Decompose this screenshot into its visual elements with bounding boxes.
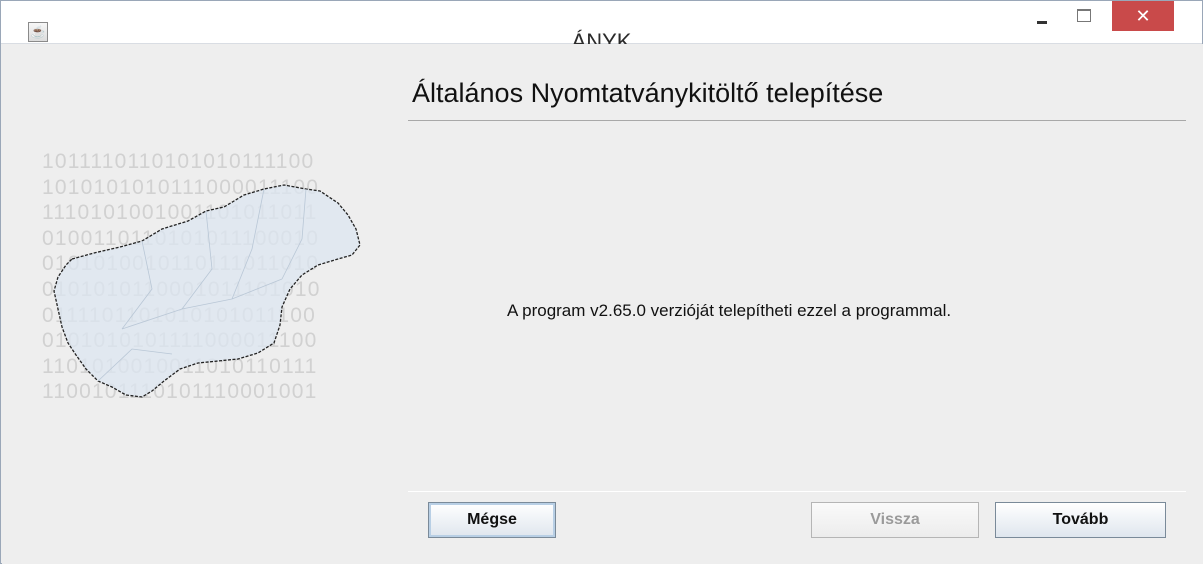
- heading-divider: [408, 120, 1186, 121]
- maximize-button[interactable]: [1067, 1, 1101, 31]
- next-button[interactable]: Tovább: [995, 502, 1166, 538]
- page-heading: Általános Nyomtatványkitöltő telepítése: [412, 78, 884, 108]
- title-bar[interactable]: ☕ ÁNYK ✕: [1, 1, 1202, 54]
- installer-window: ☕ ÁNYK ✕ 1011110110101010111100 101010101…: [0, 0, 1203, 564]
- installer-content: 1011110110101010111100 101010101011100001…: [2, 44, 1203, 564]
- maximize-icon: [1077, 9, 1091, 22]
- minimize-button[interactable]: [1027, 1, 1061, 31]
- close-button[interactable]: ✕: [1112, 1, 1174, 31]
- hungary-map-outline: [53, 184, 361, 398]
- footer-divider: [408, 491, 1186, 492]
- minimize-icon: [1037, 21, 1047, 24]
- side-illustration: 1011110110101010111100 101010101011100001…: [2, 149, 372, 469]
- install-message: A program v2.65.0 verzióját telepítheti …: [507, 301, 952, 320]
- back-button[interactable]: Vissza: [811, 502, 979, 538]
- close-icon: ✕: [1135, 6, 1151, 26]
- cancel-button[interactable]: Mégse: [428, 502, 556, 538]
